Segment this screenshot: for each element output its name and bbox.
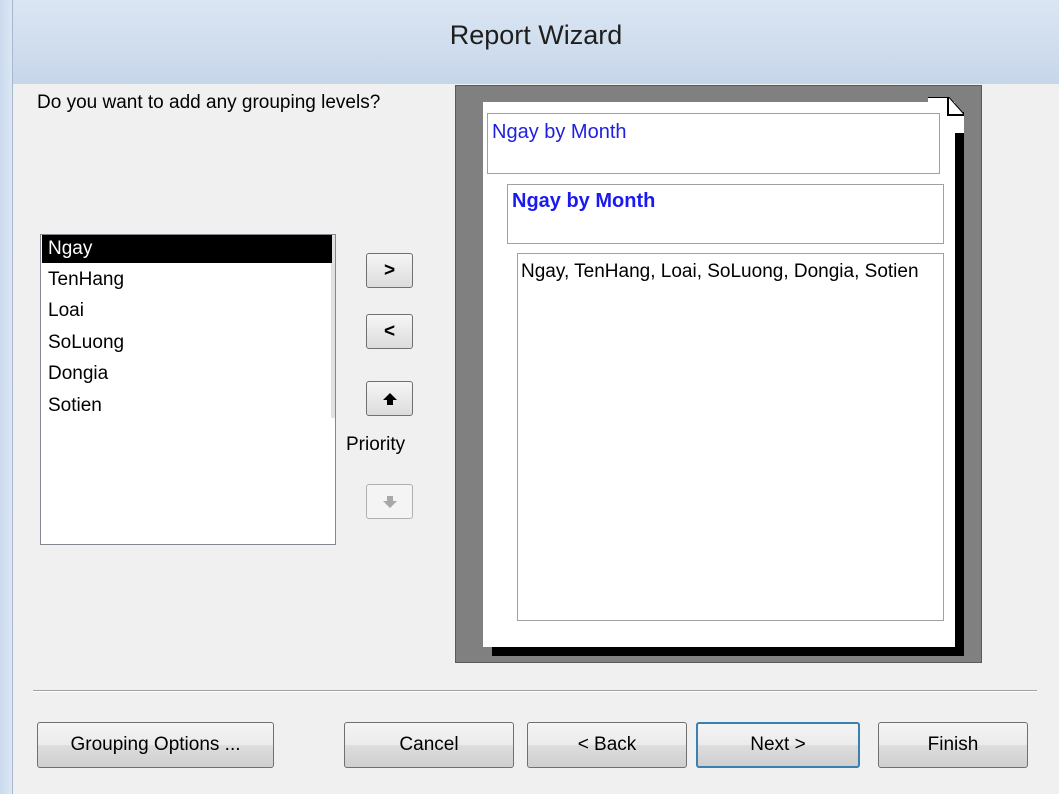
next-label: Next > xyxy=(750,734,806,755)
finish-button[interactable]: Finish xyxy=(878,722,1028,768)
preview-report-header: Ngay by Month xyxy=(487,113,940,174)
cancel-label: Cancel xyxy=(399,734,459,755)
list-item[interactable]: TenHang xyxy=(42,266,332,294)
list-item[interactable]: SoLuong xyxy=(42,329,332,357)
add-grouping-button[interactable]: > xyxy=(366,253,413,288)
priority-label: Priority xyxy=(346,434,406,455)
priority-down-button[interactable] xyxy=(366,484,413,519)
grouping-options-button[interactable]: Grouping Options ... xyxy=(37,722,274,768)
title-bar[interactable]: Report Wizard xyxy=(13,0,1059,84)
finish-label: Finish xyxy=(927,734,979,755)
preview-group-text: Ngay by Month xyxy=(512,190,656,212)
add-grouping-label: > xyxy=(383,259,396,281)
grouping-options-label: Grouping Options ... xyxy=(70,734,241,755)
back-label: < Back xyxy=(577,734,637,755)
preview-group-header: Ngay by Month xyxy=(507,184,944,244)
report-wizard-window: Report Wizard Do you want to add any gro… xyxy=(0,0,1059,794)
priority-up-button[interactable] xyxy=(366,381,413,416)
preview-detail-text: Ngay, TenHang, Loai, SoLuong, Dongia, So… xyxy=(521,261,919,282)
list-item[interactable]: Sotien xyxy=(42,392,332,420)
window-title: Report Wizard xyxy=(449,20,623,50)
window-left-border xyxy=(0,0,13,794)
preview-header-text: Ngay by Month xyxy=(492,121,627,143)
list-item[interactable]: Dongia xyxy=(42,360,332,388)
back-button[interactable]: < Back xyxy=(527,722,687,768)
list-item[interactable]: Ngay xyxy=(42,235,332,263)
arrow-down-icon xyxy=(382,495,397,508)
cancel-button[interactable]: Cancel xyxy=(344,722,514,768)
preview-detail-section: Ngay, TenHang, Loai, SoLuong, Dongia, So… xyxy=(517,253,944,621)
grouping-question: Do you want to add any grouping levels? xyxy=(37,92,381,113)
list-item[interactable]: Loai xyxy=(42,297,332,325)
remove-grouping-label: < xyxy=(383,320,396,342)
button-separator xyxy=(33,690,1037,692)
arrow-up-icon xyxy=(382,392,397,405)
fields-listbox[interactable]: Ngay TenHang Loai SoLuong Dongia Sotien xyxy=(40,234,336,545)
next-button[interactable]: Next > xyxy=(696,722,860,768)
remove-grouping-button[interactable]: < xyxy=(366,314,413,349)
